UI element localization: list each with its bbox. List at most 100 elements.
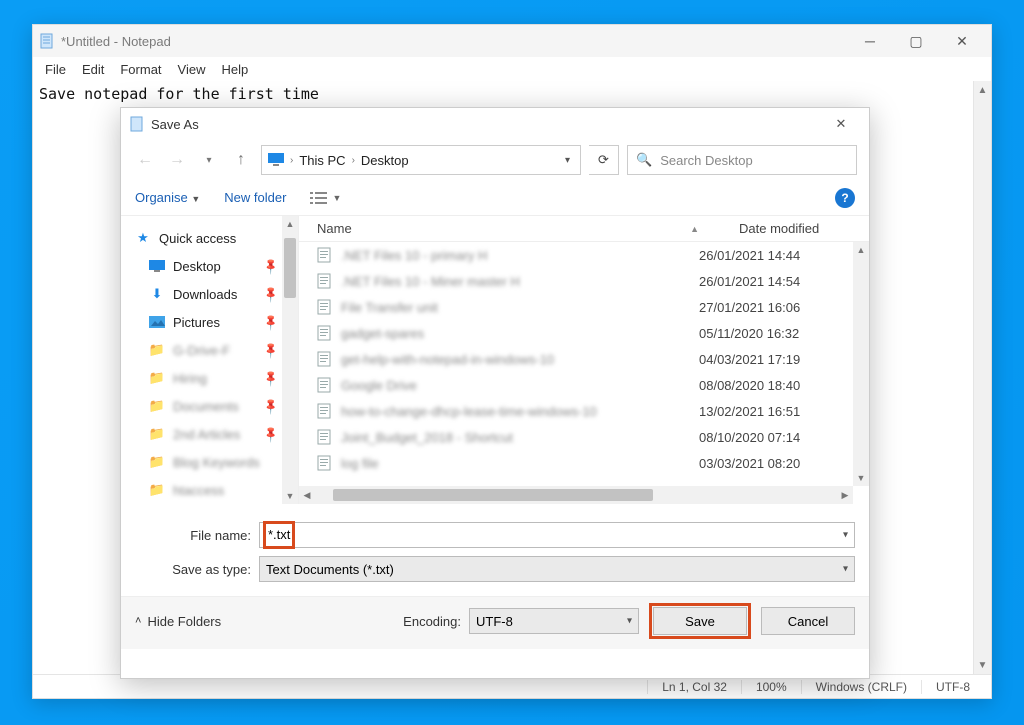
cancel-button[interactable]: Cancel [761,607,855,635]
refresh-button[interactable]: ⟳ [589,145,619,175]
file-icon [317,299,333,315]
file-row[interactable]: .NET Files 10 - Miner master H26/01/2021… [299,268,869,294]
editor-vscroll[interactable]: ▲ ▼ [973,81,991,674]
file-row[interactable]: Joint_Budget_2018 - Shortcut08/10/2020 0… [299,424,869,450]
dialog-body: ★ Quick access Desktop 📌 ⬇ Downloads 📌 P… [121,216,869,504]
status-eol: Windows (CRLF) [801,680,921,694]
search-input[interactable]: 🔍 Search Desktop [627,145,857,175]
filename-input[interactable]: *.txt ▾ [259,522,855,548]
scroll-up-arrow-icon[interactable]: ▲ [974,81,991,99]
view-mode-button[interactable]: ▼ [310,191,341,205]
column-name[interactable]: Name [299,221,690,236]
sort-indicator-icon: ▲ [690,224,699,234]
scroll-down-arrow-icon[interactable]: ▼ [282,488,298,504]
star-icon: ★ [135,230,151,246]
scroll-up-arrow-icon[interactable]: ▲ [282,216,298,232]
scroll-down-arrow-icon[interactable]: ▼ [853,470,869,486]
file-row[interactable]: log file03/03/2021 08:20 [299,450,869,476]
scroll-down-arrow-icon[interactable]: ▼ [974,656,991,674]
maximize-button[interactable]: ▢ [893,25,939,57]
dialog-icon [129,116,145,132]
pin-icon: 📌 [262,257,281,276]
scroll-left-arrow-icon[interactable]: ◀ [299,490,315,501]
nav-quick-access[interactable]: ★ Quick access [135,224,298,252]
new-folder-button[interactable]: New folder [224,190,286,205]
form-area: File name: *.txt ▾ Save as type: Text Do… [121,504,869,596]
path-seg-2[interactable]: Desktop [361,153,409,168]
menu-file[interactable]: File [37,60,74,79]
file-name: Joint_Budget_2018 - Shortcut [341,430,513,445]
status-position: Ln 1, Col 32 [647,680,741,694]
path-seg-1[interactable]: This PC [299,153,345,168]
nav-folder[interactable]: 📁Documents📌 [135,392,298,420]
file-name: get-help-with-notepad-in-windows-10 [341,352,554,367]
pin-icon: 📌 [262,341,281,360]
chevron-down-icon[interactable]: ▾ [843,564,848,575]
savetype-combo[interactable]: Text Documents (*.txt) ▾ [259,556,855,582]
file-hscroll[interactable]: ◀ ▶ [299,486,853,504]
file-row[interactable]: Google Drive08/08/2020 18:40 [299,372,869,398]
pictures-icon [149,314,165,330]
nav-forward-button[interactable]: → [165,148,189,172]
hide-folders-button[interactable]: ˄ Hide Folders [135,614,221,629]
nav-up-button[interactable]: ↑ [229,148,253,172]
help-button[interactable]: ? [835,188,855,208]
address-bar[interactable]: › This PC › Desktop ▾ [261,145,581,175]
nav-downloads[interactable]: ⬇ Downloads 📌 [135,280,298,308]
encoding-label: Encoding: [403,614,461,629]
filename-label: File name: [135,528,259,543]
scroll-up-arrow-icon[interactable]: ▲ [853,242,869,258]
encoding-combo[interactable]: UTF-8 ▾ [469,608,639,634]
nav-vscroll[interactable]: ▲ ▼ [282,216,298,504]
nav-folder[interactable]: 📁Blog Keywords [135,448,298,476]
organise-button[interactable]: Organise ▼ [135,190,200,205]
menu-view[interactable]: View [170,60,214,79]
menu-edit[interactable]: Edit [74,60,112,79]
scroll-right-arrow-icon[interactable]: ▶ [837,490,853,501]
chevron-down-icon[interactable]: ▾ [843,530,848,541]
notepad-title: *Untitled - Notepad [61,34,847,49]
nav-folder[interactable]: 📁G-Drive-F📌 [135,336,298,364]
folder-icon: 📁 [149,342,165,358]
nav-folder[interactable]: 📁Hiring📌 [135,364,298,392]
notepad-icon [39,33,55,49]
file-row[interactable]: .NET Files 10 - primary H26/01/2021 14:4… [299,242,869,268]
pin-icon: 📌 [262,369,281,388]
nav-recent-button[interactable]: ▾ [197,148,221,172]
file-row[interactable]: gadget-spares05/11/2020 16:32 [299,320,869,346]
dialog-titlebar: Save As ✕ [121,108,869,140]
file-row[interactable]: get-help-with-notepad-in-windows-1004/03… [299,346,869,372]
file-row[interactable]: File Transfer unit27/01/2021 16:06 [299,294,869,320]
column-date[interactable]: Date modified [699,221,869,236]
status-zoom: 100% [741,680,801,694]
pin-icon: 📌 [262,397,281,416]
nav-desktop[interactable]: Desktop 📌 [135,252,298,280]
chevron-down-icon[interactable]: ▾ [627,616,632,627]
file-icon [317,403,333,419]
dialog-footer: ˄ Hide Folders Encoding: UTF-8 ▾ Save Ca… [121,596,869,649]
nav-back-button[interactable]: ← [133,148,157,172]
nav-folder[interactable]: 📁htaccess [135,476,298,504]
folder-icon: 📁 [149,454,165,470]
dialog-close-button[interactable]: ✕ [821,116,861,132]
chevron-down-icon: ▼ [191,194,200,204]
search-placeholder: Search Desktop [660,153,753,168]
filename-highlight: *.txt [263,521,295,549]
pin-icon: 📌 [262,425,281,444]
scroll-thumb[interactable] [284,238,296,298]
file-icon [317,377,333,393]
nav-folder[interactable]: 📁2nd Articles📌 [135,420,298,448]
file-icon [317,351,333,367]
menu-help[interactable]: Help [213,60,256,79]
close-button[interactable]: ✕ [939,25,985,57]
file-vscroll[interactable]: ▲ ▼ [853,242,869,486]
pin-icon: 📌 [262,285,281,304]
minimize-button[interactable]: ─ [847,25,893,57]
menu-format[interactable]: Format [112,60,169,79]
nav-pictures[interactable]: Pictures 📌 [135,308,298,336]
file-row[interactable]: how-to-change-dhcp-lease-time-windows-10… [299,398,869,424]
file-icon [317,273,333,289]
scroll-thumb[interactable] [333,489,653,501]
save-button[interactable]: Save [653,607,747,635]
address-dropdown-icon[interactable]: ▾ [561,155,574,166]
